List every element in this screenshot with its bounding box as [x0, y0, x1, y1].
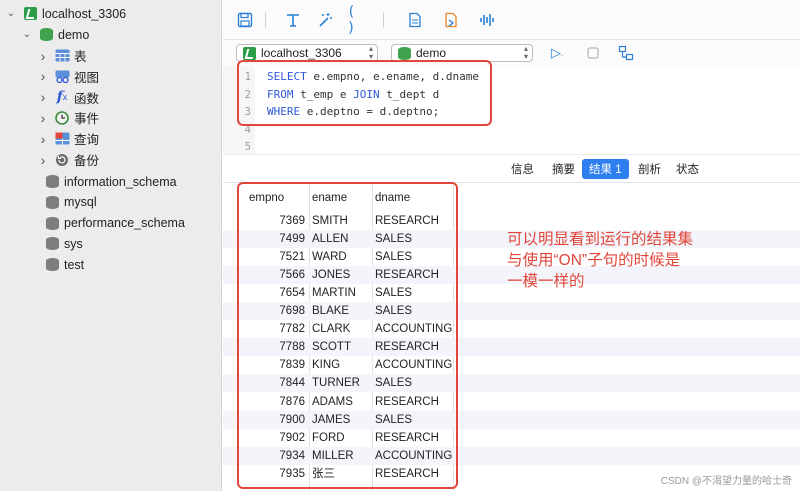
database-icon — [44, 175, 60, 189]
database-select-value: demo — [416, 46, 447, 60]
annotation-line: 与使用“ON”子句的时候是 — [507, 252, 681, 269]
chevron-right-icon[interactable]: › — [38, 152, 48, 168]
sidebar-item-label: 备份 — [74, 154, 100, 168]
watermark: CSDN @不渴望力量的哈士奇 — [660, 476, 792, 487]
chevron-right-icon[interactable]: › — [38, 110, 48, 126]
sidebar-item-label: 函数 — [74, 91, 100, 106]
explain-icon[interactable] — [441, 10, 461, 30]
annotation-line: 一模一样的 — [507, 273, 585, 290]
database-icon — [44, 195, 60, 209]
query-icon — [54, 132, 70, 146]
sidebar-item-backup[interactable]: › 备份 — [38, 149, 99, 170]
sidebar-database-demo[interactable]: ⌄ demo — [22, 24, 89, 45]
sidebar-database-test[interactable]: test — [38, 254, 84, 275]
tab-result-1[interactable]: 结果 1 — [582, 159, 629, 179]
database-label: sys — [64, 236, 83, 251]
tab-summary[interactable]: 摘要 — [545, 159, 582, 179]
table-icon — [54, 49, 70, 63]
sidebar-item-label: 查询 — [74, 133, 100, 148]
database-label: demo — [58, 27, 90, 42]
connection-label: localhost_3306 — [42, 6, 127, 21]
chevron-down-icon[interactable]: ⌄ — [22, 29, 32, 40]
sidebar-database-sys[interactable]: sys — [38, 233, 83, 254]
sql-highlight-box — [237, 60, 492, 126]
format-icon[interactable] — [283, 10, 303, 30]
database-icon — [38, 28, 54, 42]
chevron-updown-icon: ▴ ▾ — [368, 44, 373, 61]
connection-icon — [241, 46, 257, 60]
parentheses-icon[interactable]: ( ) — [347, 4, 367, 36]
database-icon — [44, 216, 60, 230]
export-icon[interactable] — [405, 10, 425, 30]
chevron-updown-icon: ▴ ▾ — [523, 44, 528, 61]
annotation-line: 可以明显看到运行的结果集 — [507, 231, 694, 248]
sidebar-navigator: ⌄ localhost_3306 ⌄ demo › 表 › 视图 › f x 函数 › 事件 › 查询… — [0, 0, 222, 491]
sidebar-database-information-schema[interactable]: information_schema — [38, 171, 177, 192]
chevron-right-icon[interactable]: › — [38, 89, 48, 105]
database-label: information_schema — [64, 174, 177, 189]
chevron-down-icon[interactable]: ⌄ — [6, 8, 16, 19]
sidebar-database-performance-schema[interactable]: performance_schema — [38, 213, 185, 234]
tab-status[interactable]: 状态 — [669, 159, 706, 179]
sidebar-item-label: 视图 — [74, 70, 100, 85]
result-highlight-box — [237, 182, 458, 489]
sidebar-item-query[interactable]: › 查询 — [38, 128, 99, 149]
database-icon — [396, 46, 412, 60]
sidebar-item-table[interactable]: › 表 — [38, 45, 87, 66]
event-clock-icon — [54, 111, 70, 125]
toolbar-divider — [265, 12, 266, 28]
backup-icon — [54, 153, 70, 167]
chevron-right-icon[interactable]: › — [38, 48, 48, 64]
sidebar-database-mysql[interactable]: mysql — [38, 192, 97, 213]
sidebar-item-function[interactable]: › f x 函数 — [38, 87, 99, 108]
connection-icon — [22, 7, 38, 21]
function-icon: fx — [56, 89, 68, 106]
tab-info[interactable]: 信息 — [504, 159, 541, 179]
sidebar-item-view[interactable]: › 视图 — [38, 66, 99, 87]
toolbar-divider — [383, 12, 384, 28]
stop-icon[interactable] — [583, 43, 603, 63]
tab-profile[interactable]: 剖析 — [631, 159, 668, 179]
annotation-note: 可以明显看到运行的结果集 与使用“ON”子句的时候是 一模一样的 — [507, 229, 737, 292]
database-icon — [44, 258, 60, 272]
schema-icon[interactable] — [616, 43, 636, 63]
sidebar-item-label: 事件 — [74, 112, 100, 127]
database-label: performance_schema — [64, 216, 185, 231]
view-icon — [54, 69, 70, 83]
profile-icon[interactable] — [477, 10, 497, 30]
connection-select-value: localhost_3306 — [261, 46, 342, 60]
sidebar-item-label: 表 — [74, 50, 87, 64]
database-label: test — [64, 257, 85, 272]
sidebar-item-event-clock[interactable]: › 事件 — [38, 107, 99, 128]
chevron-right-icon[interactable]: › — [38, 131, 48, 147]
app-window: ⌄ localhost_3306 ⌄ demo › 表 › 视图 › f x 函数 › 事件 › 查询… — [0, 0, 800, 491]
result-tabs: 信息 摘要 结果 1 剖析 状态 — [223, 154, 800, 182]
editor-toolbar: ( ) — [223, 0, 800, 40]
database-label: mysql — [64, 195, 97, 210]
sidebar-connection[interactable]: ⌄ localhost_3306 — [6, 3, 126, 24]
beautify-wand-icon[interactable] — [315, 10, 335, 30]
run-icon[interactable]: ▷. — [547, 43, 567, 63]
line-number: 5 — [244, 141, 251, 153]
database-icon — [44, 237, 60, 251]
save-icon[interactable] — [235, 10, 255, 30]
chevron-right-icon[interactable]: › — [38, 68, 48, 84]
